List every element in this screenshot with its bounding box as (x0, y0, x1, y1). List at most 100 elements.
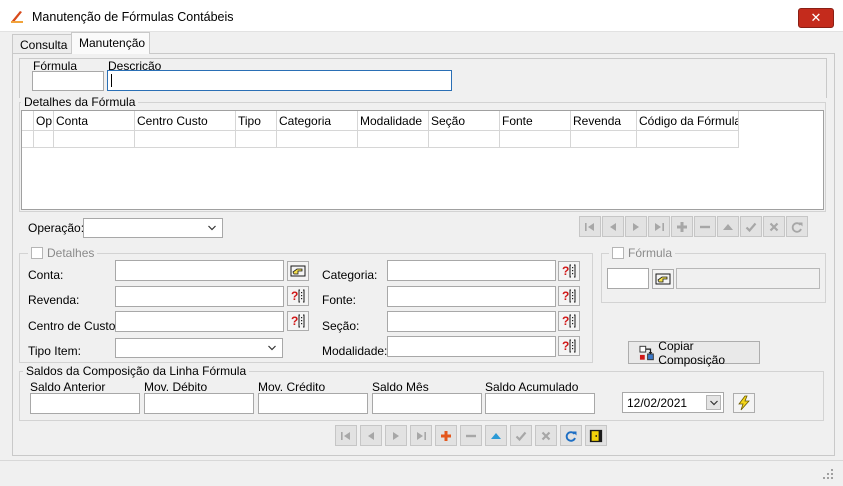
saldo-anterior-label: Saldo Anterior (30, 380, 106, 394)
mov-credito-input[interactable] (258, 393, 368, 414)
detalhes-legend: Detalhes (28, 246, 98, 260)
refresh-icon (564, 429, 578, 443)
grid-row-indicator[interactable] (22, 131, 34, 148)
nav-insert-button[interactable] (671, 216, 693, 237)
grid-header-conta[interactable]: Conta (54, 111, 135, 131)
centro-custo-input[interactable] (115, 311, 284, 332)
operacao-select[interactable] (83, 218, 223, 238)
modalidade-input[interactable] (387, 336, 556, 357)
fonte-input[interactable] (387, 286, 556, 307)
operacao-label: Operação: (28, 221, 85, 235)
formula-copy-checkbox[interactable] (612, 247, 624, 259)
grid-cell[interactable] (571, 131, 637, 148)
saldo-mes-input[interactable] (372, 393, 482, 414)
grid-header-categoria[interactable]: Categoria (277, 111, 358, 131)
categoria-input[interactable] (387, 260, 556, 281)
app-logo-icon (11, 11, 23, 23)
mov-debito-label: Mov. Débito (144, 380, 208, 394)
nav-next-button[interactable] (625, 216, 647, 237)
main-next-button[interactable] (385, 425, 407, 446)
fonte-label: Fonte: (322, 293, 357, 307)
prior-icon (606, 220, 620, 234)
nav-post-button[interactable] (740, 216, 762, 237)
main-delete-button[interactable] (460, 425, 482, 446)
grid-cell[interactable] (500, 131, 571, 148)
tipo-item-select[interactable] (115, 338, 283, 358)
conta-lookup-button[interactable] (287, 261, 309, 281)
tab-manutencao[interactable]: Manutenção (71, 32, 150, 54)
categoria-label: Categoria: (322, 268, 378, 282)
secao-help-button[interactable] (558, 311, 580, 331)
last-icon (652, 220, 666, 234)
revenda-input[interactable] (115, 286, 284, 307)
grid-header-op[interactable]: Op. (34, 111, 54, 131)
plus-icon (675, 220, 689, 234)
detalhes-checkbox[interactable] (31, 247, 43, 259)
copiar-composicao-button[interactable]: Copiar Composição (628, 339, 760, 367)
descricao-input[interactable] (107, 70, 452, 91)
grid-header-revenda[interactable]: Revenda (571, 111, 637, 131)
nav-last-button[interactable] (648, 216, 670, 237)
exit-door-icon (589, 429, 603, 443)
resize-grip-icon[interactable] (822, 468, 834, 480)
grid-header-tipo[interactable]: Tipo (236, 111, 277, 131)
help-lookup-icon (561, 288, 577, 304)
conta-input[interactable] (115, 260, 284, 281)
main-prior-button[interactable] (360, 425, 382, 446)
pointing-hand-icon (290, 263, 306, 279)
saldo-acumulado-input[interactable] (485, 393, 595, 414)
modalidade-help-button[interactable] (558, 336, 580, 356)
formula-copy-lookup-button[interactable] (652, 269, 674, 289)
main-insert-button[interactable] (435, 425, 457, 446)
next-icon (629, 220, 643, 234)
saldo-anterior-input[interactable] (30, 393, 140, 414)
copy-composition-icon (639, 345, 654, 360)
grid-cell[interactable] (429, 131, 500, 148)
grid-cell[interactable] (54, 131, 135, 148)
nav-delete-button[interactable] (694, 216, 716, 237)
grid-cell[interactable] (236, 131, 277, 148)
grid-cell[interactable] (277, 131, 358, 148)
grid-header-fonte[interactable]: Fonte (500, 111, 571, 131)
nav-first-button[interactable] (579, 216, 601, 237)
revenda-help-button[interactable] (287, 286, 309, 306)
main-last-button[interactable] (410, 425, 432, 446)
detalhes-legend-label: Detalhes (47, 246, 95, 260)
main-refresh-button[interactable] (560, 425, 582, 446)
tipo-item-label: Tipo Item: (28, 344, 81, 358)
categoria-help-button[interactable] (558, 261, 580, 281)
minus-icon (698, 220, 712, 234)
nav-edit-button[interactable] (717, 216, 739, 237)
help-lookup-icon (561, 313, 577, 329)
nav-cancel-button[interactable] (763, 216, 785, 237)
grid-cell[interactable] (34, 131, 54, 148)
mov-debito-input[interactable] (144, 393, 254, 414)
date-picker[interactable]: 12/02/2021 (622, 392, 724, 413)
grid-header-modalidade[interactable]: Modalidade (358, 111, 429, 131)
main-edit-button[interactable] (485, 425, 507, 446)
fonte-help-button[interactable] (558, 286, 580, 306)
chevron-down-icon (709, 398, 719, 408)
grid-cell[interactable] (135, 131, 236, 148)
formula-grid[interactable]: Op. Conta Centro Custo Tipo Categoria Mo… (21, 110, 824, 210)
grid-cell[interactable] (637, 131, 739, 148)
tab-consulta[interactable]: Consulta (12, 34, 72, 53)
close-button[interactable]: ✕ (798, 8, 834, 28)
main-cancel-button[interactable] (535, 425, 557, 446)
calcular-saldo-button[interactable] (733, 393, 755, 413)
formula-copy-code-input[interactable] (607, 268, 649, 289)
main-post-button[interactable] (510, 425, 532, 446)
main-first-button[interactable] (335, 425, 357, 446)
main-exit-button[interactable] (585, 425, 607, 446)
date-dropdown-button[interactable] (706, 395, 721, 410)
nav-prior-button[interactable] (602, 216, 624, 237)
help-lookup-icon (290, 313, 306, 329)
secao-input[interactable] (387, 311, 556, 332)
grid-cell[interactable] (358, 131, 429, 148)
formula-input[interactable] (32, 71, 104, 91)
grid-header-secao[interactable]: Seção (429, 111, 500, 131)
grid-header-centro-custo[interactable]: Centro Custo (135, 111, 236, 131)
nav-refresh-button[interactable] (786, 216, 808, 237)
grid-header-codigo-formula[interactable]: Código da Fórmula (637, 111, 739, 131)
centro-custo-help-button[interactable] (287, 311, 309, 331)
